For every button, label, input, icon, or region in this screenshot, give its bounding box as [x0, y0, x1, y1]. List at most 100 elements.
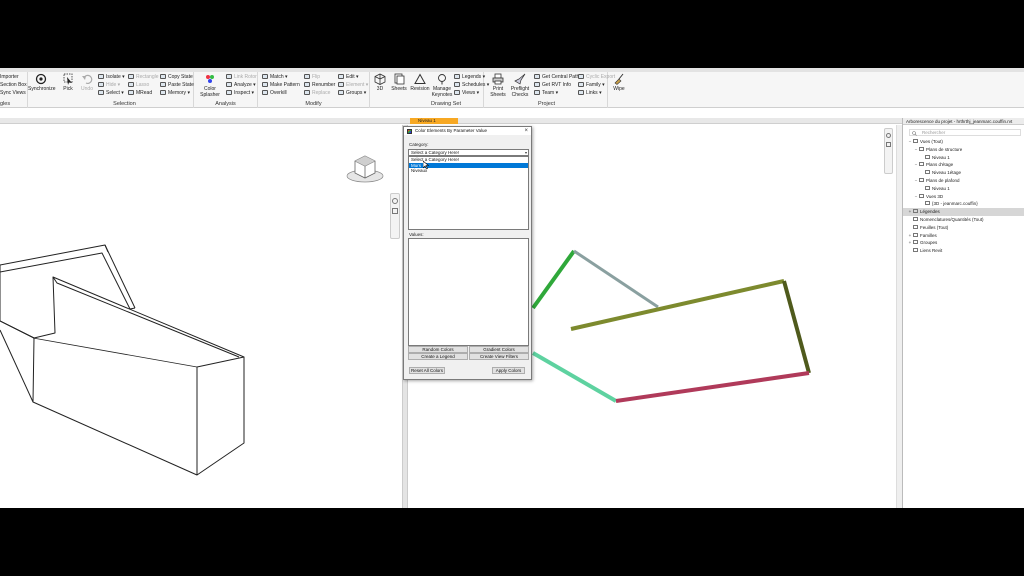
- select-button[interactable]: Select ▾: [98, 90, 124, 97]
- navigation-bar-right[interactable]: [884, 128, 893, 174]
- wall-gray[interactable]: [573, 249, 659, 309]
- browser-tree-item[interactable]: Nomenclatures/Quantités (Tout): [903, 216, 1024, 224]
- schedules-button[interactable]: Schedules ▾: [454, 82, 489, 89]
- browser-tree-item[interactable]: − Vues (Tout): [903, 138, 1024, 146]
- views-button[interactable]: Views ▾: [454, 90, 479, 97]
- memory-button[interactable]: Memory ▾: [160, 90, 190, 97]
- links-icon: [578, 90, 584, 95]
- copy-state-button[interactable]: Copy State: [160, 74, 193, 81]
- sheets-button[interactable]: Sheets: [389, 73, 409, 92]
- legends-button[interactable]: Legends ▾: [454, 74, 485, 81]
- wall-olive[interactable]: [570, 279, 785, 331]
- match-button[interactable]: Match ▾: [262, 74, 288, 81]
- wall-red[interactable]: [615, 371, 810, 403]
- select-icon: [98, 90, 104, 95]
- color-splasher-button[interactable]: Color Splasher: [196, 73, 224, 98]
- overkill-icon: [262, 90, 268, 95]
- browser-search-input[interactable]: Rechercher: [909, 129, 1021, 136]
- get-rvt-info-button[interactable]: Get RVT Info: [534, 82, 571, 89]
- team-button[interactable]: Team ▾: [534, 90, 558, 97]
- close-icon[interactable]: ×: [524, 127, 528, 135]
- get-central-path-button[interactable]: Get Central Path: [534, 74, 579, 81]
- zoom-icon[interactable]: [886, 142, 891, 147]
- paste-state-button[interactable]: Paste State: [160, 82, 194, 89]
- print-sheets-button[interactable]: Print Sheets: [488, 73, 508, 98]
- random-colors-button[interactable]: Random Colors: [408, 346, 468, 353]
- hide-button[interactable]: Hide ▾: [98, 82, 120, 89]
- links-button[interactable]: Links ▾: [578, 90, 602, 97]
- views-icon: [454, 90, 460, 95]
- browser-tree-label: Plans d'étage: [926, 162, 954, 168]
- preflight-checks-button[interactable]: Preflight Checks: [509, 73, 531, 98]
- undo-icon: [82, 74, 93, 84]
- importer-button[interactable]: Importer: [0, 74, 19, 81]
- legends-icon: [454, 74, 460, 79]
- manage-keynotes-button[interactable]: Manage Keynotes: [430, 73, 454, 98]
- gradient-colors-button[interactable]: Gradient Colors: [469, 346, 529, 353]
- 3d-button[interactable]: 3D: [372, 73, 388, 92]
- wall-dark-olive[interactable]: [782, 280, 811, 374]
- make-pattern-button[interactable]: Make Pattern: [262, 82, 300, 89]
- browser-tree: − Vues (Tout) − Plans de structure Niveau 1−…: [903, 138, 1024, 255]
- paste-icon: [160, 82, 166, 87]
- browser-tree-item[interactable]: − Plans de structure: [903, 146, 1024, 154]
- category-dropdown[interactable]: Select a Category Here! ▾: [408, 149, 529, 156]
- groups-button[interactable]: Groups ▾: [338, 90, 366, 97]
- create-legend-button[interactable]: Create a Legend: [408, 353, 468, 360]
- view-cube-widget[interactable]: [344, 146, 388, 188]
- wall-mint[interactable]: [531, 351, 618, 403]
- project-browser: Arborescence du projet - hrthrthj_jeanma…: [902, 118, 1024, 508]
- browser-tree-item[interactable]: − Plans d'étage: [903, 161, 1024, 169]
- ribbon-group-analysis: Color Splasher Link Rotor Analyze ▾ Insp…: [194, 72, 258, 108]
- link-rotor-button[interactable]: Link Rotor: [226, 74, 257, 81]
- values-listbox[interactable]: [408, 238, 529, 346]
- 3d-view-left[interactable]: [0, 125, 402, 508]
- browser-tree-item[interactable]: − Plans de plafond: [903, 177, 1024, 185]
- wipe-button[interactable]: Wipe: [608, 73, 630, 92]
- family-button[interactable]: Family ▾: [578, 82, 605, 89]
- browser-tree-item[interactable]: + Groupes: [903, 239, 1024, 247]
- dialog-title-bar: Color Elements By Parameter Value ×: [404, 127, 531, 135]
- revision-button[interactable]: Revision: [410, 73, 430, 92]
- browser-tree-item[interactable]: + Familles: [903, 232, 1024, 240]
- browser-tree-item[interactable]: − Vues 3D: [903, 193, 1024, 201]
- browser-tree-item[interactable]: Liens Revit: [903, 247, 1024, 255]
- renumber-button[interactable]: Renumber: [304, 82, 335, 89]
- navigation-bar[interactable]: [390, 193, 400, 239]
- element-button[interactable]: Element ▾: [338, 82, 368, 89]
- edit-button[interactable]: Edit ▾: [338, 74, 359, 81]
- replace-button[interactable]: Replace: [304, 90, 330, 97]
- flip-button[interactable]: Flip: [304, 74, 320, 81]
- browser-tree-label: Nomenclatures/Quantités (Tout): [920, 216, 984, 222]
- wall-green[interactable]: [531, 249, 576, 310]
- overkill-button[interactable]: Overkill: [262, 90, 287, 97]
- apply-colors-button[interactable]: Apply Colors: [492, 367, 525, 374]
- rectangle-button[interactable]: Rectangle: [128, 74, 159, 81]
- inspect-button[interactable]: Inspect ▾: [226, 90, 254, 97]
- reset-all-colors-button[interactable]: Reset All Colors: [409, 367, 445, 374]
- browser-tree-item[interactable]: {3D - jeanmarc.couffin}: [903, 200, 1024, 208]
- isolate-button[interactable]: Isolate ▾: [98, 74, 125, 81]
- steering-wheel-icon[interactable]: [886, 133, 891, 138]
- lasso-button[interactable]: Lasso: [128, 82, 149, 89]
- pick-button[interactable]: Pick: [58, 73, 78, 92]
- view-tab-niveau-1[interactable]: Niveau 1: [410, 118, 458, 124]
- steering-wheel-icon[interactable]: [392, 198, 398, 204]
- synchronize-button[interactable]: Synchronize: [28, 73, 56, 92]
- browser-tree-label: Groupes: [920, 240, 938, 246]
- sync-views-button[interactable]: Sync Views: [0, 90, 26, 97]
- section-box-button[interactable]: Section Box: [0, 82, 27, 89]
- create-view-filters-button[interactable]: Create View Filters: [469, 353, 529, 360]
- undo-button[interactable]: Undo: [78, 73, 96, 92]
- inspect-icon: [226, 90, 232, 95]
- group-label-drawing-set: Drawing Set: [431, 101, 461, 107]
- zoom-icon[interactable]: [392, 208, 398, 214]
- browser-tree-item[interactable]: Niveau 1: [903, 185, 1024, 193]
- browser-tree-item[interactable]: + Légendes: [903, 208, 1024, 216]
- browser-tree-item[interactable]: Feuilles (Tout): [903, 224, 1024, 232]
- mread-button[interactable]: MRead: [128, 90, 152, 97]
- browser-tree-item[interactable]: Niveau 1: [903, 154, 1024, 162]
- link-icon: [226, 74, 232, 79]
- browser-tree-item[interactable]: Niveau 1étage: [903, 169, 1024, 177]
- analyze-button[interactable]: Analyze ▾: [226, 82, 256, 89]
